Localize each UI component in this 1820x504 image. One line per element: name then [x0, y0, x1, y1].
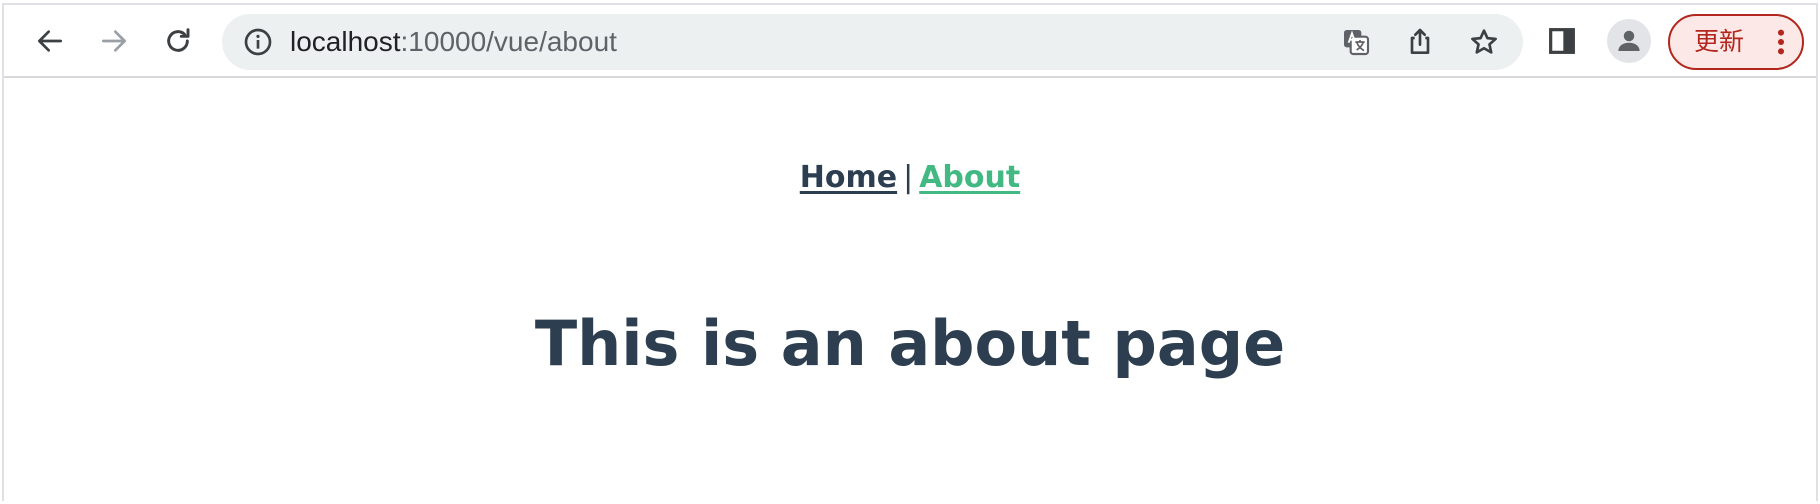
- share-icon[interactable]: [1404, 26, 1436, 58]
- page-viewport: Home | About This is an about page: [4, 80, 1816, 501]
- forward-button[interactable]: [94, 21, 134, 61]
- profile-button[interactable]: [1607, 19, 1651, 63]
- url-host: localhost: [290, 26, 401, 57]
- arrow-right-icon: [102, 30, 126, 52]
- address-bar[interactable]: localhost:10000/vue/about: [222, 14, 1523, 70]
- nav-link-home[interactable]: Home: [800, 160, 897, 195]
- url-text[interactable]: localhost:10000/vue/about: [290, 14, 617, 70]
- info-icon[interactable]: [242, 26, 274, 58]
- back-button[interactable]: [30, 21, 70, 61]
- url-path: :10000/vue/about: [400, 26, 617, 57]
- star-icon[interactable]: [1468, 26, 1500, 58]
- arrow-left-icon: [38, 30, 62, 52]
- browser-toolbar: localhost:10000/vue/about 更新: [4, 5, 1816, 78]
- app-nav: Home | About: [4, 160, 1816, 196]
- side-panel-icon[interactable]: [1546, 25, 1578, 57]
- more-vert-icon[interactable]: [1774, 28, 1788, 56]
- reload-icon: [167, 28, 190, 52]
- update-button[interactable]: 更新: [1668, 14, 1804, 70]
- avatar-icon: [1618, 30, 1640, 51]
- browser-window: localhost:10000/vue/about 更新 Home | Abou…: [2, 3, 1818, 501]
- page-title: This is an about page: [534, 307, 1286, 380]
- nav-link-about[interactable]: About: [919, 160, 1020, 195]
- reload-button[interactable]: [158, 21, 198, 61]
- nav-separator: |: [903, 160, 914, 195]
- translate-icon[interactable]: [1340, 26, 1372, 58]
- update-label: 更新: [1694, 27, 1745, 56]
